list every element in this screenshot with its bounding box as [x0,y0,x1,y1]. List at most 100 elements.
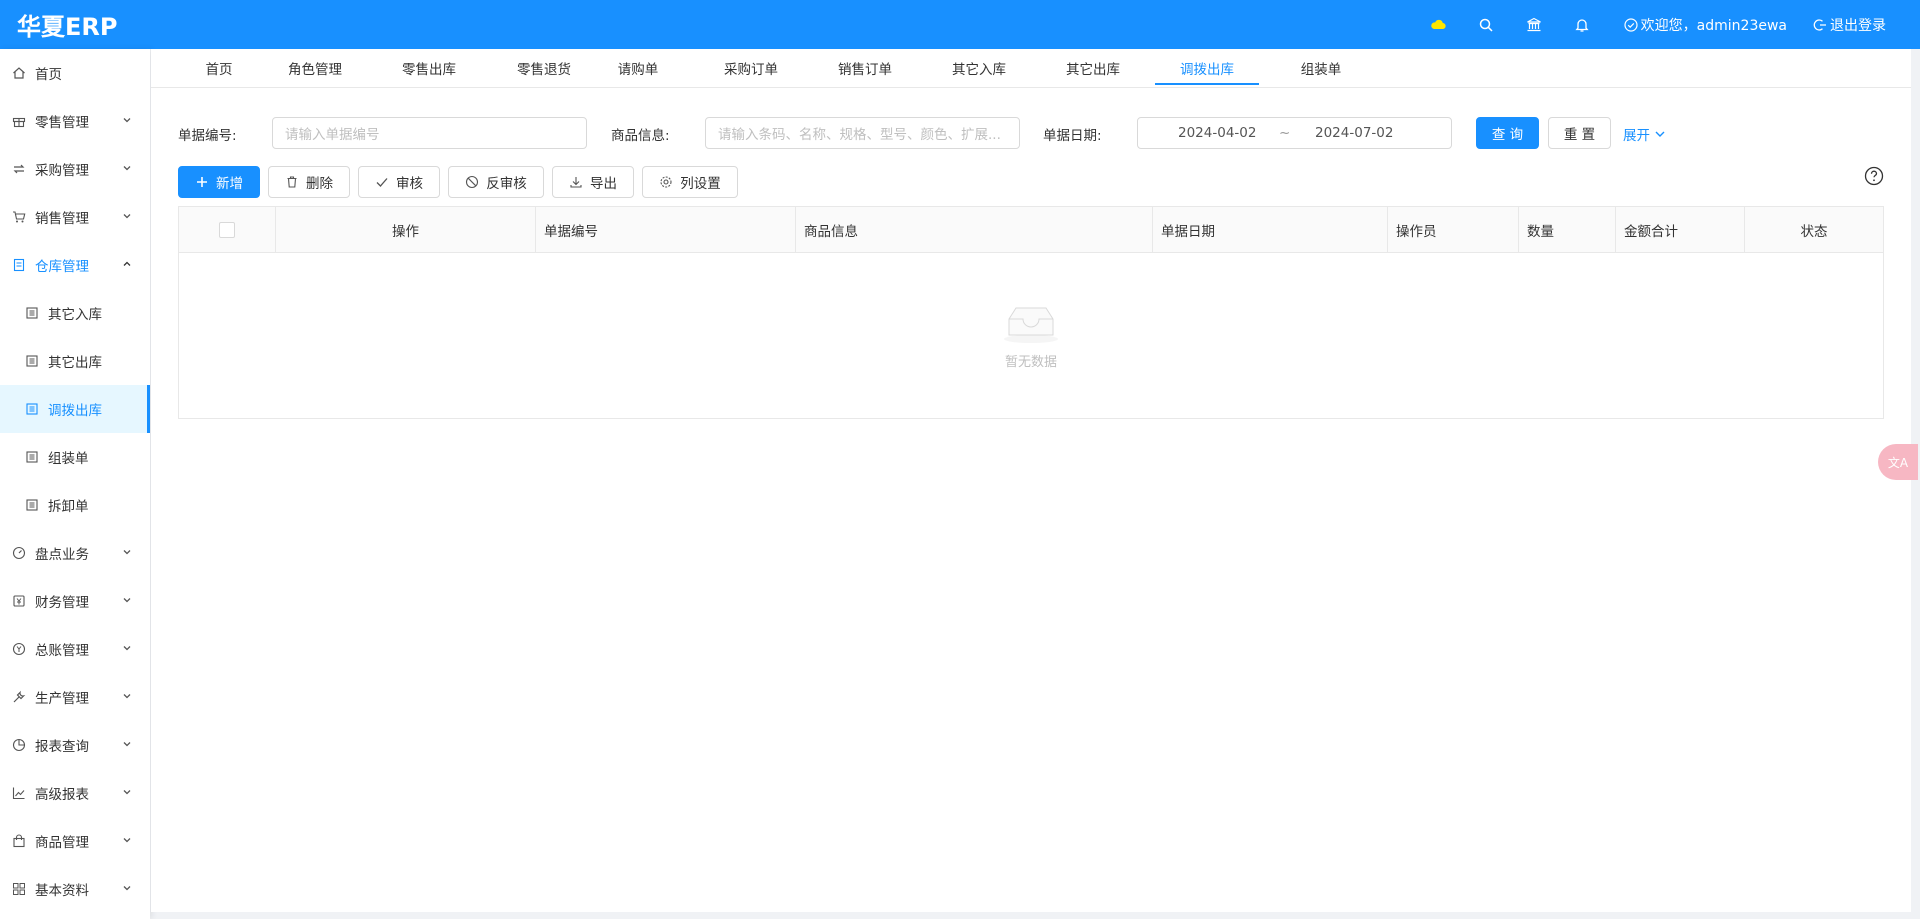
date-start[interactable]: 2024-04-02 [1178,125,1256,141]
column-header-bill-date[interactable]: 单据日期 [1153,207,1388,253]
sidebar-item-label: 拆卸单 [48,499,89,515]
logout-icon [1813,18,1826,31]
swap-icon [12,162,26,176]
audit-button[interactable]: 审核 [358,166,440,198]
sidebar-item-purchase[interactable]: 采购管理 [0,145,150,193]
sidebar-item-label: 仓库管理 [35,259,89,275]
chevron-down-icon [123,790,131,795]
tab-assemble[interactable]: 组装单 [1279,49,1363,87]
profile-icon [25,450,39,464]
tab-sales-order[interactable]: 销售订单 [823,49,907,87]
money-collect-icon [12,642,26,656]
cloud-icon[interactable] [1428,15,1448,35]
sidebar-item-label: 生产管理 [35,691,89,707]
line-chart-icon [12,786,26,800]
translate-float-button[interactable]: 文A [1878,444,1918,480]
sidebar-item-ledger[interactable]: 总账管理 [0,625,150,673]
check-icon [376,178,388,187]
tab-purchase-request[interactable]: 请购单 [572,49,704,87]
add-button[interactable]: 新增 [178,166,260,198]
money-icon [12,594,26,608]
sidebar-item-label: 零售管理 [35,115,89,131]
column-header-bill-no[interactable]: 单据编号 [536,207,796,253]
sidebar-item-retail[interactable]: 零售管理 [0,97,150,145]
profile-icon [25,306,39,320]
app-logo[interactable]: 华夏ERP [0,7,151,42]
sidebar-item-label: 调拨出库 [48,403,102,419]
column-header-action[interactable]: 操作 [276,207,536,253]
tab-role-management[interactable]: 角色管理 [273,49,357,87]
column-header-operator[interactable]: 操作员 [1388,207,1519,253]
sidebar-item-label: 盘点业务 [35,547,89,563]
right-gutter [1911,49,1920,919]
sidebar-item-transfer-out[interactable]: 调拨出库 [0,385,150,433]
query-button[interactable]: 查 询 [1476,117,1539,149]
column-header-status[interactable]: 状态 [1745,207,1883,253]
tool-icon [12,690,26,704]
empty-box-icon [1004,307,1058,343]
cart-icon [12,210,26,224]
welcome-user[interactable]: 欢迎您，admin23ewa [1624,15,1787,35]
sidebar-item-label: 商品管理 [35,835,89,851]
tab-transfer-out[interactable]: 调拨出库 [1155,49,1259,87]
date-end[interactable]: 2024-07-02 [1315,125,1393,141]
search-icon[interactable] [1476,15,1496,35]
column-header-total-amount[interactable]: 金额合计 [1616,207,1745,253]
sidebar-item-label: 其它入库 [48,307,102,323]
chevron-up-icon [123,261,131,266]
chevron-down-icon [123,166,131,171]
tab-other-in[interactable]: 其它入库 [937,49,1021,87]
sidebar-item-finance[interactable]: 财务管理 [0,577,150,625]
warehouse-submenu: 其它入库 其它出库 调拨出库 组装单 拆卸单 [0,289,150,529]
chevron-down-icon [123,694,131,699]
bill-no-input[interactable]: 请输入单据编号 [272,117,587,149]
logout-button[interactable]: 退出登录 [1813,15,1886,35]
tab-other-out[interactable]: 其它出库 [1051,49,1135,87]
sidebar-item-disassemble[interactable]: 拆卸单 [0,481,150,529]
bell-icon[interactable] [1572,15,1592,35]
audit-label: 审核 [396,176,423,192]
expand-toggle[interactable]: 展开 [1623,124,1666,144]
reset-button[interactable]: 重 置 [1548,117,1611,149]
question-circle-icon[interactable] [1864,166,1884,186]
header-actions: 欢迎您，admin23ewa 退出登录 [1414,0,1886,49]
select-all-checkbox[interactable] [219,222,235,238]
sidebar-item-label: 其它出库 [48,355,102,371]
welcome-text: 欢迎您，admin23ewa [1640,17,1787,34]
tab-retail-out[interactable]: 零售出库 [387,49,471,87]
sidebar-item-assemble[interactable]: 组装单 [0,433,150,481]
chevron-down-icon [123,118,131,123]
sidebar-item-warehouse[interactable]: 仓库管理 [0,241,150,289]
sidebar-item-other-out[interactable]: 其它出库 [0,337,150,385]
tab-purchase-order[interactable]: 采购订单 [709,49,793,87]
tab-home[interactable]: 首页 [187,49,251,87]
sidebar-item-production[interactable]: 生产管理 [0,673,150,721]
column-header-goods-info[interactable]: 商品信息 [796,207,1153,253]
bill-date-label: 单据日期: [1043,128,1102,144]
chevron-down-icon [123,742,131,747]
sidebar-item-home[interactable]: 首页 [0,49,150,97]
bank-icon[interactable] [1524,15,1544,35]
column-settings-button[interactable]: 列设置 [642,166,738,198]
data-table: 操作 单据编号 商品信息 单据日期 操作员 数量 金额合计 状态 暂无数据 [178,206,1884,419]
profile-icon [25,354,39,368]
sidebar-item-inventory[interactable]: 盘点业务 [0,529,150,577]
gift-icon [12,114,26,128]
chevron-down-icon [123,646,131,651]
export-button[interactable]: 导出 [552,166,634,198]
sidebar-item-basic-data[interactable]: 基本资料 [0,865,150,913]
sidebar-item-reports[interactable]: 报表查询 [0,721,150,769]
goods-info-input[interactable]: 请输入条码、名称、规格、型号、颜色、扩展... [705,117,1020,149]
sidebar-item-sales[interactable]: 销售管理 [0,193,150,241]
pie-chart-icon [12,738,26,752]
sidebar-item-advanced-reports[interactable]: 高级报表 [0,769,150,817]
column-header-quantity[interactable]: 数量 [1519,207,1616,253]
date-range-picker[interactable]: 2024-04-02 ~ 2024-07-02 [1137,117,1452,149]
unaudit-button[interactable]: 反审核 [448,166,544,198]
sidebar-item-other-in[interactable]: 其它入库 [0,289,150,337]
sidebar-item-goods[interactable]: 商品管理 [0,817,150,865]
add-label: 新增 [216,176,243,192]
delete-button[interactable]: 删除 [268,166,350,198]
stop-icon [466,175,479,189]
sidebar-item-label: 销售管理 [35,211,89,227]
